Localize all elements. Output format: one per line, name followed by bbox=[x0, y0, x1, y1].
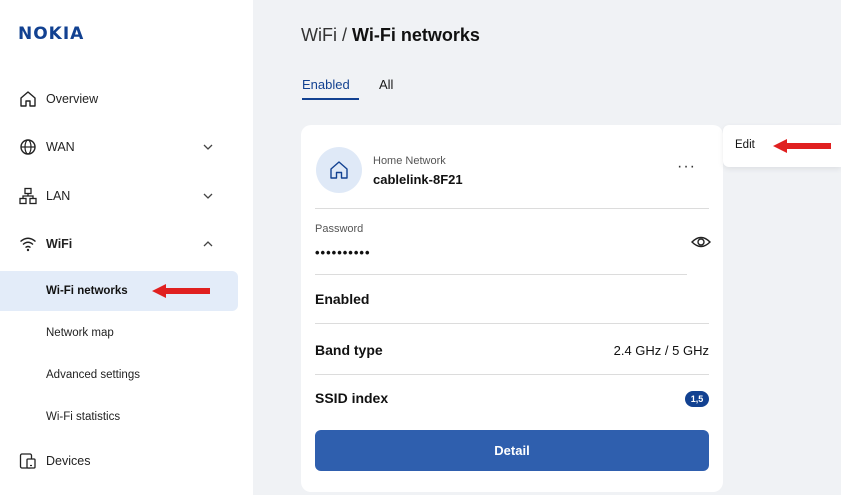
edit-menu-item[interactable]: Edit bbox=[735, 139, 755, 151]
sidebar-item-wan[interactable]: WAN bbox=[0, 127, 253, 167]
sidebar-item-label: WiFi bbox=[46, 237, 73, 251]
globe-icon bbox=[20, 139, 36, 155]
network-avatar bbox=[316, 147, 362, 193]
home-icon bbox=[20, 91, 36, 107]
divider bbox=[315, 323, 709, 324]
sidebar-subitem-wifi-statistics[interactable]: Wi-Fi statistics bbox=[0, 397, 238, 437]
sidebar-item-label: LAN bbox=[46, 189, 71, 203]
password-value: •••••••••• bbox=[315, 245, 371, 260]
divider bbox=[315, 208, 709, 209]
annotation-arrow-icon bbox=[152, 284, 210, 298]
annotation-arrow-icon bbox=[773, 139, 831, 153]
status-label: Enabled bbox=[315, 291, 370, 307]
divider bbox=[315, 374, 709, 375]
network-card: Home Network cablelink-8F21 ··· Password… bbox=[301, 125, 723, 492]
sidebar-item-wifi[interactable]: WiFi bbox=[0, 224, 253, 264]
wifi-icon bbox=[20, 237, 36, 252]
tab-enabled[interactable]: Enabled bbox=[302, 77, 350, 92]
home-icon bbox=[330, 161, 348, 179]
band-type-label: Band type bbox=[315, 342, 383, 358]
nokia-logo: NOKIA bbox=[18, 24, 85, 44]
ssid-index-badge: 1,5 bbox=[685, 391, 709, 407]
tab-all[interactable]: All bbox=[379, 77, 393, 92]
chevron-down-icon bbox=[203, 193, 213, 199]
band-type-value: 2.4 GHz / 5 GHz bbox=[613, 343, 709, 358]
sidebar-subitem-label: Wi-Fi networks bbox=[46, 285, 128, 297]
active-tab-indicator bbox=[302, 98, 359, 100]
sidebar-subitem-label: Network map bbox=[46, 327, 114, 339]
sidebar-item-label: Overview bbox=[46, 92, 99, 106]
divider bbox=[315, 274, 687, 275]
breadcrumb-separator: / bbox=[342, 25, 348, 45]
network-name: cablelink-8F21 bbox=[373, 172, 463, 187]
sidebar-subitem-network-map[interactable]: Network map bbox=[0, 313, 238, 353]
context-menu: Edit bbox=[723, 125, 841, 167]
sidebar-subitem-advanced-settings[interactable]: Advanced settings bbox=[0, 355, 238, 395]
breadcrumb-parent[interactable]: WiFi bbox=[301, 25, 337, 45]
sidebar: NOKIA Overview WAN LAN WiFi Wi-Fi networ… bbox=[0, 0, 253, 495]
chevron-down-icon bbox=[203, 144, 213, 150]
breadcrumb-current: Wi-Fi networks bbox=[352, 25, 480, 45]
network-type-label: Home Network bbox=[373, 155, 446, 167]
sidebar-item-overview[interactable]: Overview bbox=[0, 79, 253, 119]
eye-icon[interactable] bbox=[691, 235, 711, 249]
sidebar-item-lan[interactable]: LAN bbox=[0, 176, 253, 216]
network-icon bbox=[19, 187, 37, 205]
sidebar-item-label: WAN bbox=[46, 140, 75, 154]
sidebar-subitem-label: Wi-Fi statistics bbox=[46, 411, 121, 423]
sidebar-item-devices[interactable]: Devices bbox=[0, 441, 253, 481]
chevron-up-icon bbox=[203, 241, 213, 247]
detail-button[interactable]: Detail bbox=[315, 430, 709, 471]
sidebar-item-label: Devices bbox=[46, 454, 91, 468]
ssid-index-label: SSID index bbox=[315, 390, 389, 406]
password-label: Password bbox=[315, 223, 364, 235]
sidebar-subitem-label: Advanced settings bbox=[46, 369, 140, 381]
breadcrumb: WiFi / Wi-Fi networks bbox=[301, 25, 480, 46]
devices-icon bbox=[19, 453, 36, 469]
more-options-button[interactable]: ··· bbox=[677, 158, 696, 176]
